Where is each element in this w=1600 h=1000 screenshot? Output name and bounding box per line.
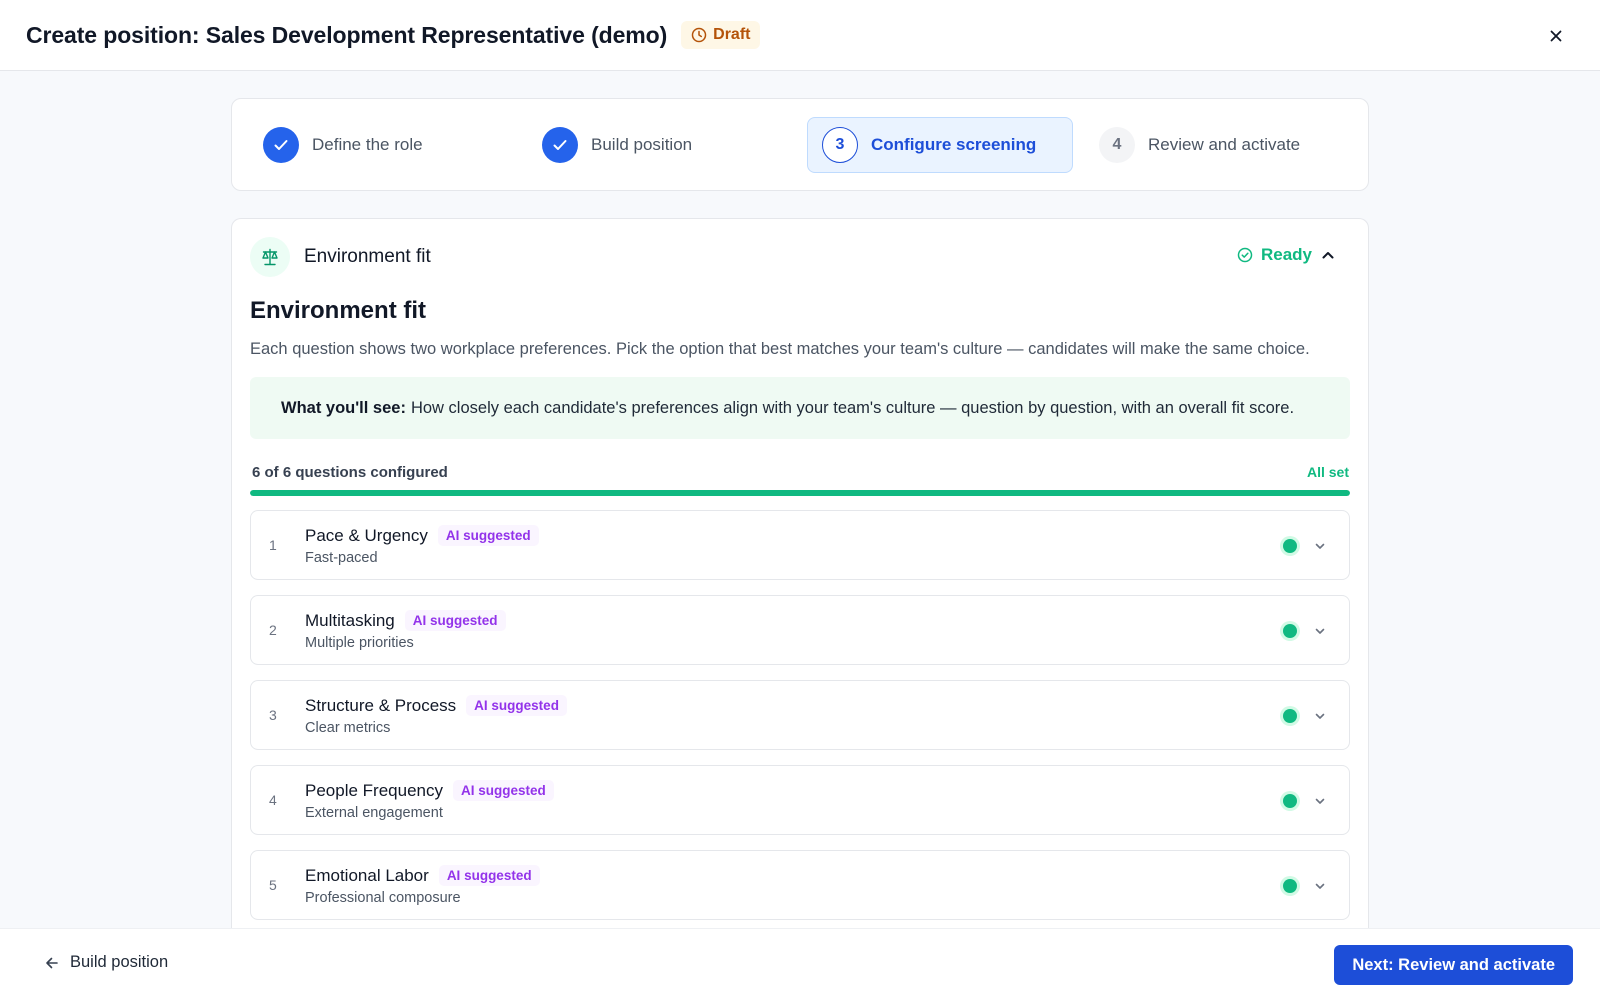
question-title: Emotional Labor xyxy=(305,865,429,885)
scale-icon-container xyxy=(250,237,290,277)
step-number: 4 xyxy=(1099,127,1135,163)
step-build-position[interactable]: Build position xyxy=(542,117,692,173)
question-item[interactable]: 5 Emotional Labor AI suggested Professio… xyxy=(250,850,1350,920)
checkmark-icon xyxy=(553,140,567,150)
configured-status-dot xyxy=(1283,879,1297,893)
ai-suggested-badge: AI suggested xyxy=(404,610,506,631)
back-button[interactable]: Build position xyxy=(44,953,168,972)
close-icon xyxy=(1550,30,1562,42)
question-selection: External engagement xyxy=(305,805,443,821)
section-description: Each question shows two workplace prefer… xyxy=(250,340,1310,358)
step-label: Review and activate xyxy=(1148,135,1301,154)
ai-suggested-badge: AI suggested xyxy=(466,695,567,716)
chevron-down-icon[interactable] xyxy=(1313,709,1327,723)
info-text: How closely each candidate's preferences… xyxy=(410,398,1295,417)
progress-bar-fill xyxy=(250,490,1350,496)
ready-status[interactable]: Ready xyxy=(1237,245,1336,265)
question-selection: Fast-paced xyxy=(305,550,378,566)
clock-icon xyxy=(691,27,707,43)
check-circle-icon xyxy=(1237,247,1253,263)
question-title: Multitasking xyxy=(305,610,395,630)
step-define-the-role[interactable]: Define the role xyxy=(263,117,423,173)
step-label: Build position xyxy=(591,135,693,154)
configured-status-dot xyxy=(1283,539,1297,553)
question-item[interactable]: 1 Pace & Urgency AI suggested Fast-paced xyxy=(250,510,1350,580)
question-selection: Multiple priorities xyxy=(305,635,414,651)
ready-label: Ready xyxy=(1260,245,1312,264)
progress-stepper: Define the role Build position 3 Configu… xyxy=(231,98,1369,191)
question-title: Pace & Urgency xyxy=(305,525,428,545)
question-title: Structure & Process xyxy=(305,695,457,715)
info-label: What you'll see: xyxy=(281,398,406,417)
question-item[interactable]: 3 Structure & Process AI suggested Clear… xyxy=(250,680,1350,750)
chevron-up-icon xyxy=(1322,252,1334,259)
close-button[interactable] xyxy=(1542,22,1570,50)
card-header-title: Environment fit xyxy=(304,246,431,267)
ai-suggested-badge: AI suggested xyxy=(438,865,540,886)
configured-status-dot xyxy=(1283,624,1297,638)
page-header: Create position: Sales Development Repre… xyxy=(0,0,1600,71)
question-number: 5 xyxy=(269,877,277,893)
step-review-and-activate[interactable]: 4 Review and activate xyxy=(1099,117,1300,173)
question-number: 3 xyxy=(269,707,277,723)
page-title: Create position: Sales Development Repre… xyxy=(26,21,668,48)
step-complete-indicator xyxy=(263,127,299,163)
question-number: 2 xyxy=(269,622,277,638)
chevron-down-icon[interactable] xyxy=(1313,624,1327,638)
question-item[interactable]: 2 Multitasking AI suggested Multiple pri… xyxy=(250,595,1350,665)
ai-suggested-badge: AI suggested xyxy=(437,525,539,546)
configured-status-dot xyxy=(1283,709,1297,723)
footer-bar: Build position Next: Review and activate xyxy=(0,928,1600,1000)
scale-icon xyxy=(262,248,278,266)
back-button-label: Build position xyxy=(70,953,169,971)
step-number: 3 xyxy=(822,127,858,163)
question-title: People Frequency xyxy=(305,780,443,800)
ai-suggested-badge: AI suggested xyxy=(452,780,554,801)
card-header[interactable]: Environment fit Ready xyxy=(250,237,1350,277)
step-label: Define the role xyxy=(312,135,423,154)
step-label: Configure screening xyxy=(871,135,1037,154)
question-selection: Professional composure xyxy=(305,890,461,906)
environment-fit-card: Environment fit Ready Environment fit Ea… xyxy=(231,218,1369,938)
step-complete-indicator xyxy=(542,127,578,163)
question-list: 1 Pace & Urgency AI suggested Fast-paced… xyxy=(250,510,1350,935)
next-button[interactable]: Next: Review and activate xyxy=(1334,945,1573,985)
progress-status: All set xyxy=(1306,464,1349,480)
chevron-down-icon[interactable] xyxy=(1313,794,1327,808)
checkmark-icon xyxy=(274,140,288,150)
chevron-down-icon[interactable] xyxy=(1313,879,1327,893)
section-title: Environment fit xyxy=(250,297,427,324)
info-callout: What you'll see: How closely each candid… xyxy=(250,377,1350,439)
progress-bar xyxy=(250,490,1350,496)
progress-label: 6 of 6 questions configured xyxy=(252,464,448,481)
arrow-left-icon xyxy=(46,957,58,968)
draft-status-badge: Draft xyxy=(681,21,761,49)
question-item[interactable]: 4 People Frequency AI suggested External… xyxy=(250,765,1350,835)
question-selection: Clear metrics xyxy=(305,720,391,736)
question-number: 1 xyxy=(269,537,277,553)
step-configure-screening[interactable]: 3 Configure screening xyxy=(807,117,1073,173)
question-number: 4 xyxy=(269,792,277,808)
chevron-down-icon[interactable] xyxy=(1313,539,1327,553)
configured-status-dot xyxy=(1283,794,1297,808)
draft-label: Draft xyxy=(713,26,751,43)
